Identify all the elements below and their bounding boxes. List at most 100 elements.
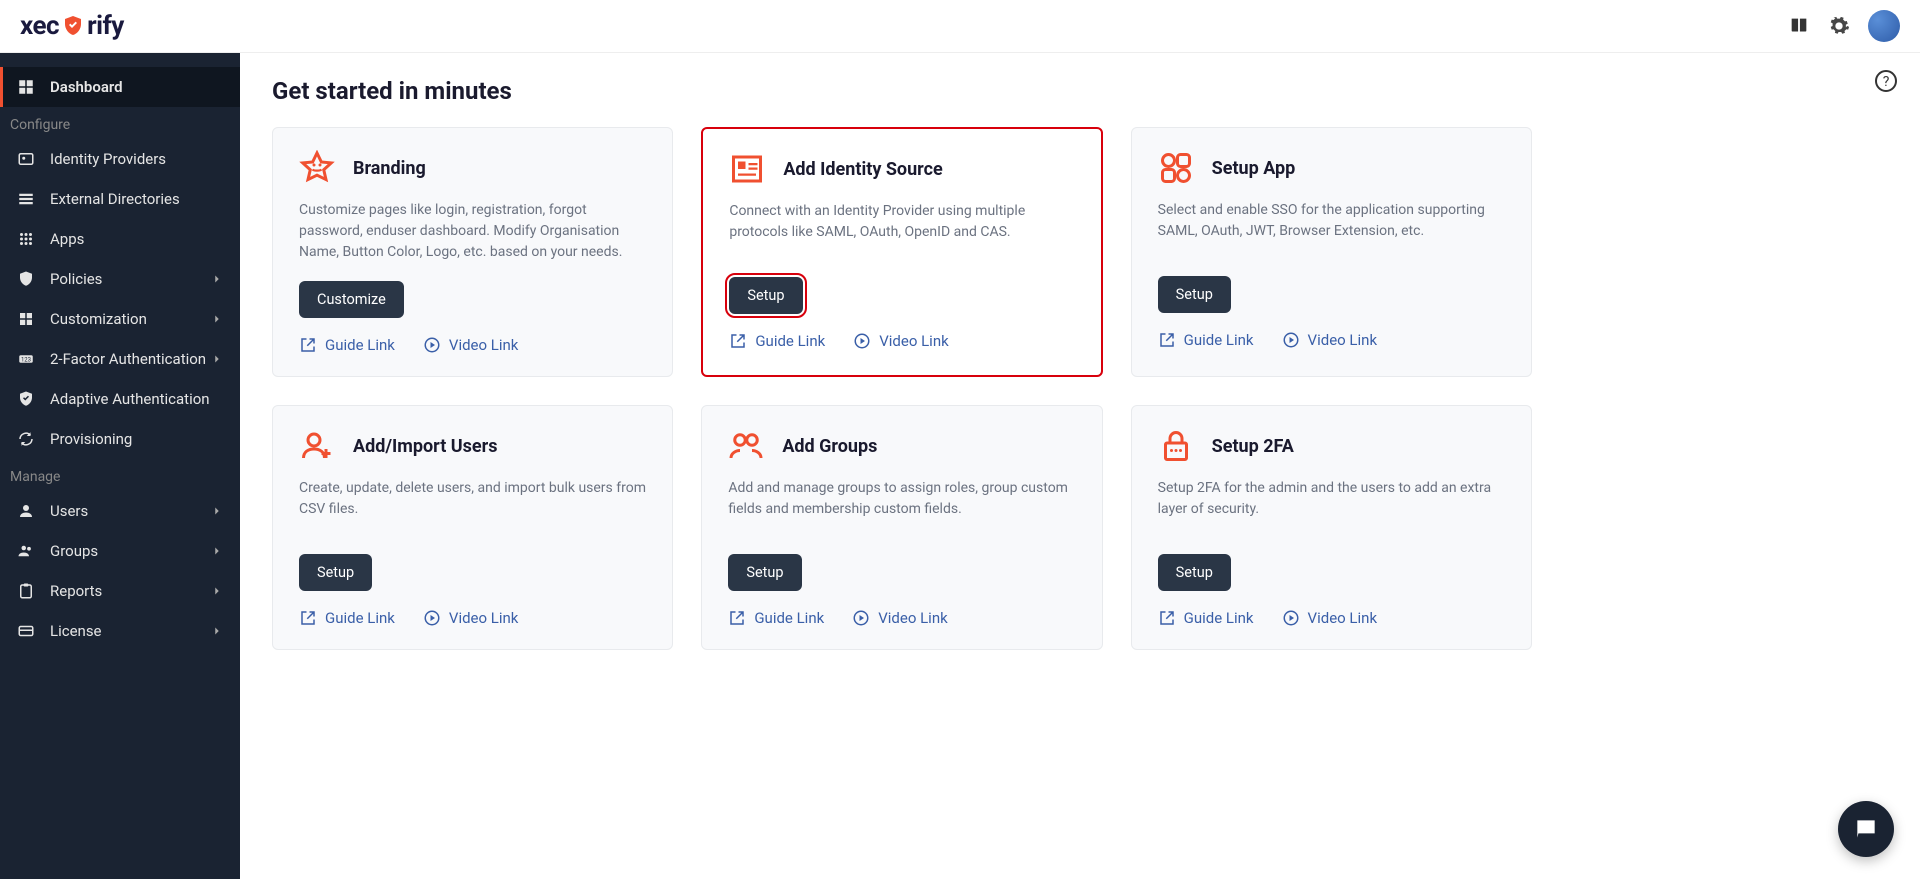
id-source-icon: [729, 151, 765, 187]
shield-check-icon: [16, 389, 36, 409]
card-add-identity-source: Add Identity Source Connect with an Iden…: [701, 127, 1102, 377]
video-link[interactable]: Video Link: [1282, 331, 1378, 349]
star-icon: [299, 150, 335, 186]
header-actions: [1788, 10, 1900, 42]
card-icon: [16, 621, 36, 641]
guide-link[interactable]: Guide Link: [1158, 331, 1254, 349]
sidebar-item-external-directories[interactable]: External Directories: [0, 179, 240, 219]
chat-fab[interactable]: [1838, 801, 1894, 857]
chevron-right-icon: [210, 544, 224, 558]
dashboard-icon: [16, 77, 36, 97]
cards-grid: Branding Customize pages like login, reg…: [272, 127, 1532, 650]
video-link[interactable]: Video Link: [1282, 609, 1378, 627]
sidebar-item-reports[interactable]: Reports: [0, 571, 240, 611]
card-title: Add Identity Source: [783, 159, 942, 180]
user-plus-icon: [299, 428, 335, 464]
sidebar-item-customization[interactable]: Customization: [0, 299, 240, 339]
video-link[interactable]: Video Link: [423, 609, 519, 627]
svg-text:123: 123: [21, 356, 31, 363]
shield-icon: [61, 14, 85, 38]
sidebar: Dashboard Configure Identity Providers E…: [0, 53, 240, 879]
sidebar-item-apps[interactable]: Apps: [0, 219, 240, 259]
sidebar-section-configure: Configure: [0, 107, 240, 139]
card-title: Add/Import Users: [353, 436, 497, 457]
shield-gear-icon: [16, 269, 36, 289]
video-link[interactable]: Video Link: [423, 336, 519, 354]
guide-link[interactable]: Guide Link: [1158, 609, 1254, 627]
sidebar-item-users[interactable]: Users: [0, 491, 240, 531]
id-card-icon: [16, 149, 36, 169]
sidebar-item-label: Policies: [50, 270, 102, 288]
setup-button[interactable]: Setup: [1158, 276, 1231, 313]
setup-button[interactable]: Setup: [728, 554, 801, 591]
card-desc: Customize pages like login, registration…: [299, 200, 646, 263]
setup-button[interactable]: Setup: [1158, 554, 1231, 591]
number-icon: 123: [16, 349, 36, 369]
card-desc: Setup 2FA for the admin and the users to…: [1158, 478, 1505, 536]
grid-icon: [16, 229, 36, 249]
main-content: ? Get started in minutes Branding Custom…: [240, 53, 1920, 879]
brand-logo[interactable]: xec rify: [20, 11, 124, 41]
sidebar-item-adaptive-auth[interactable]: Adaptive Authentication: [0, 379, 240, 419]
gear-icon[interactable]: [1828, 15, 1850, 37]
card-add-groups: Add Groups Add and manage groups to assi…: [701, 405, 1102, 650]
sidebar-item-label: 2-Factor Authentication: [50, 350, 206, 368]
sidebar-item-groups[interactable]: Groups: [0, 531, 240, 571]
avatar[interactable]: [1868, 10, 1900, 42]
card-title: Branding: [353, 158, 426, 179]
guide-link[interactable]: Guide Link: [299, 609, 395, 627]
sidebar-item-label: Reports: [50, 582, 102, 600]
list-icon: [16, 189, 36, 209]
group-icon: [16, 541, 36, 561]
logo-text-a: xec: [20, 11, 59, 41]
sidebar-item-label: License: [50, 622, 102, 640]
groups-icon: [728, 428, 764, 464]
chevron-right-icon: [210, 312, 224, 326]
video-link[interactable]: Video Link: [853, 332, 949, 350]
card-desc: Connect with an Identity Provider using …: [729, 201, 1074, 259]
chevron-right-icon: [210, 584, 224, 598]
page-title: Get started in minutes: [272, 77, 1888, 105]
book-icon[interactable]: [1788, 15, 1810, 37]
sidebar-item-label: Provisioning: [50, 430, 132, 448]
card-title: Add Groups: [782, 436, 877, 457]
sidebar-item-label: Customization: [50, 310, 147, 328]
svg-text:?: ?: [1883, 74, 1890, 90]
card-desc: Add and manage groups to assign roles, g…: [728, 478, 1075, 536]
help-icon[interactable]: ?: [1874, 69, 1898, 93]
card-desc: Create, update, delete users, and import…: [299, 478, 646, 536]
setup-button[interactable]: Setup: [729, 277, 802, 314]
sidebar-item-label: Apps: [50, 230, 84, 248]
clipboard-icon: [16, 581, 36, 601]
card-title: Setup App: [1212, 158, 1296, 179]
guide-link[interactable]: Guide Link: [729, 332, 825, 350]
card-setup-2fa: Setup 2FA Setup 2FA for the admin and th…: [1131, 405, 1532, 650]
logo-text-b: rify: [87, 11, 124, 41]
card-add-users: Add/Import Users Create, update, delete …: [272, 405, 673, 650]
sidebar-item-label: Groups: [50, 542, 98, 560]
video-link[interactable]: Video Link: [852, 609, 948, 627]
puzzle-icon: [16, 309, 36, 329]
sidebar-item-dashboard[interactable]: Dashboard: [0, 67, 240, 107]
guide-link[interactable]: Guide Link: [728, 609, 824, 627]
chevron-right-icon: [210, 352, 224, 366]
sidebar-item-policies[interactable]: Policies: [0, 259, 240, 299]
sidebar-item-2fa[interactable]: 123 2-Factor Authentication: [0, 339, 240, 379]
card-branding: Branding Customize pages like login, reg…: [272, 127, 673, 377]
app-header: xec rify: [0, 0, 1920, 53]
guide-link[interactable]: Guide Link: [299, 336, 395, 354]
lock-icon: [1158, 428, 1194, 464]
apps-icon: [1158, 150, 1194, 186]
sidebar-item-label: Adaptive Authentication: [50, 390, 210, 408]
sidebar-item-provisioning[interactable]: Provisioning: [0, 419, 240, 459]
sidebar-item-label: Dashboard: [50, 78, 123, 96]
sidebar-item-label: External Directories: [50, 190, 180, 208]
sidebar-section-manage: Manage: [0, 459, 240, 491]
sidebar-item-identity-providers[interactable]: Identity Providers: [0, 139, 240, 179]
setup-button[interactable]: Setup: [299, 554, 372, 591]
customize-button[interactable]: Customize: [299, 281, 404, 318]
sidebar-item-label: Users: [50, 502, 88, 520]
card-setup-app: Setup App Select and enable SSO for the …: [1131, 127, 1532, 377]
sync-icon: [16, 429, 36, 449]
sidebar-item-license[interactable]: License: [0, 611, 240, 651]
